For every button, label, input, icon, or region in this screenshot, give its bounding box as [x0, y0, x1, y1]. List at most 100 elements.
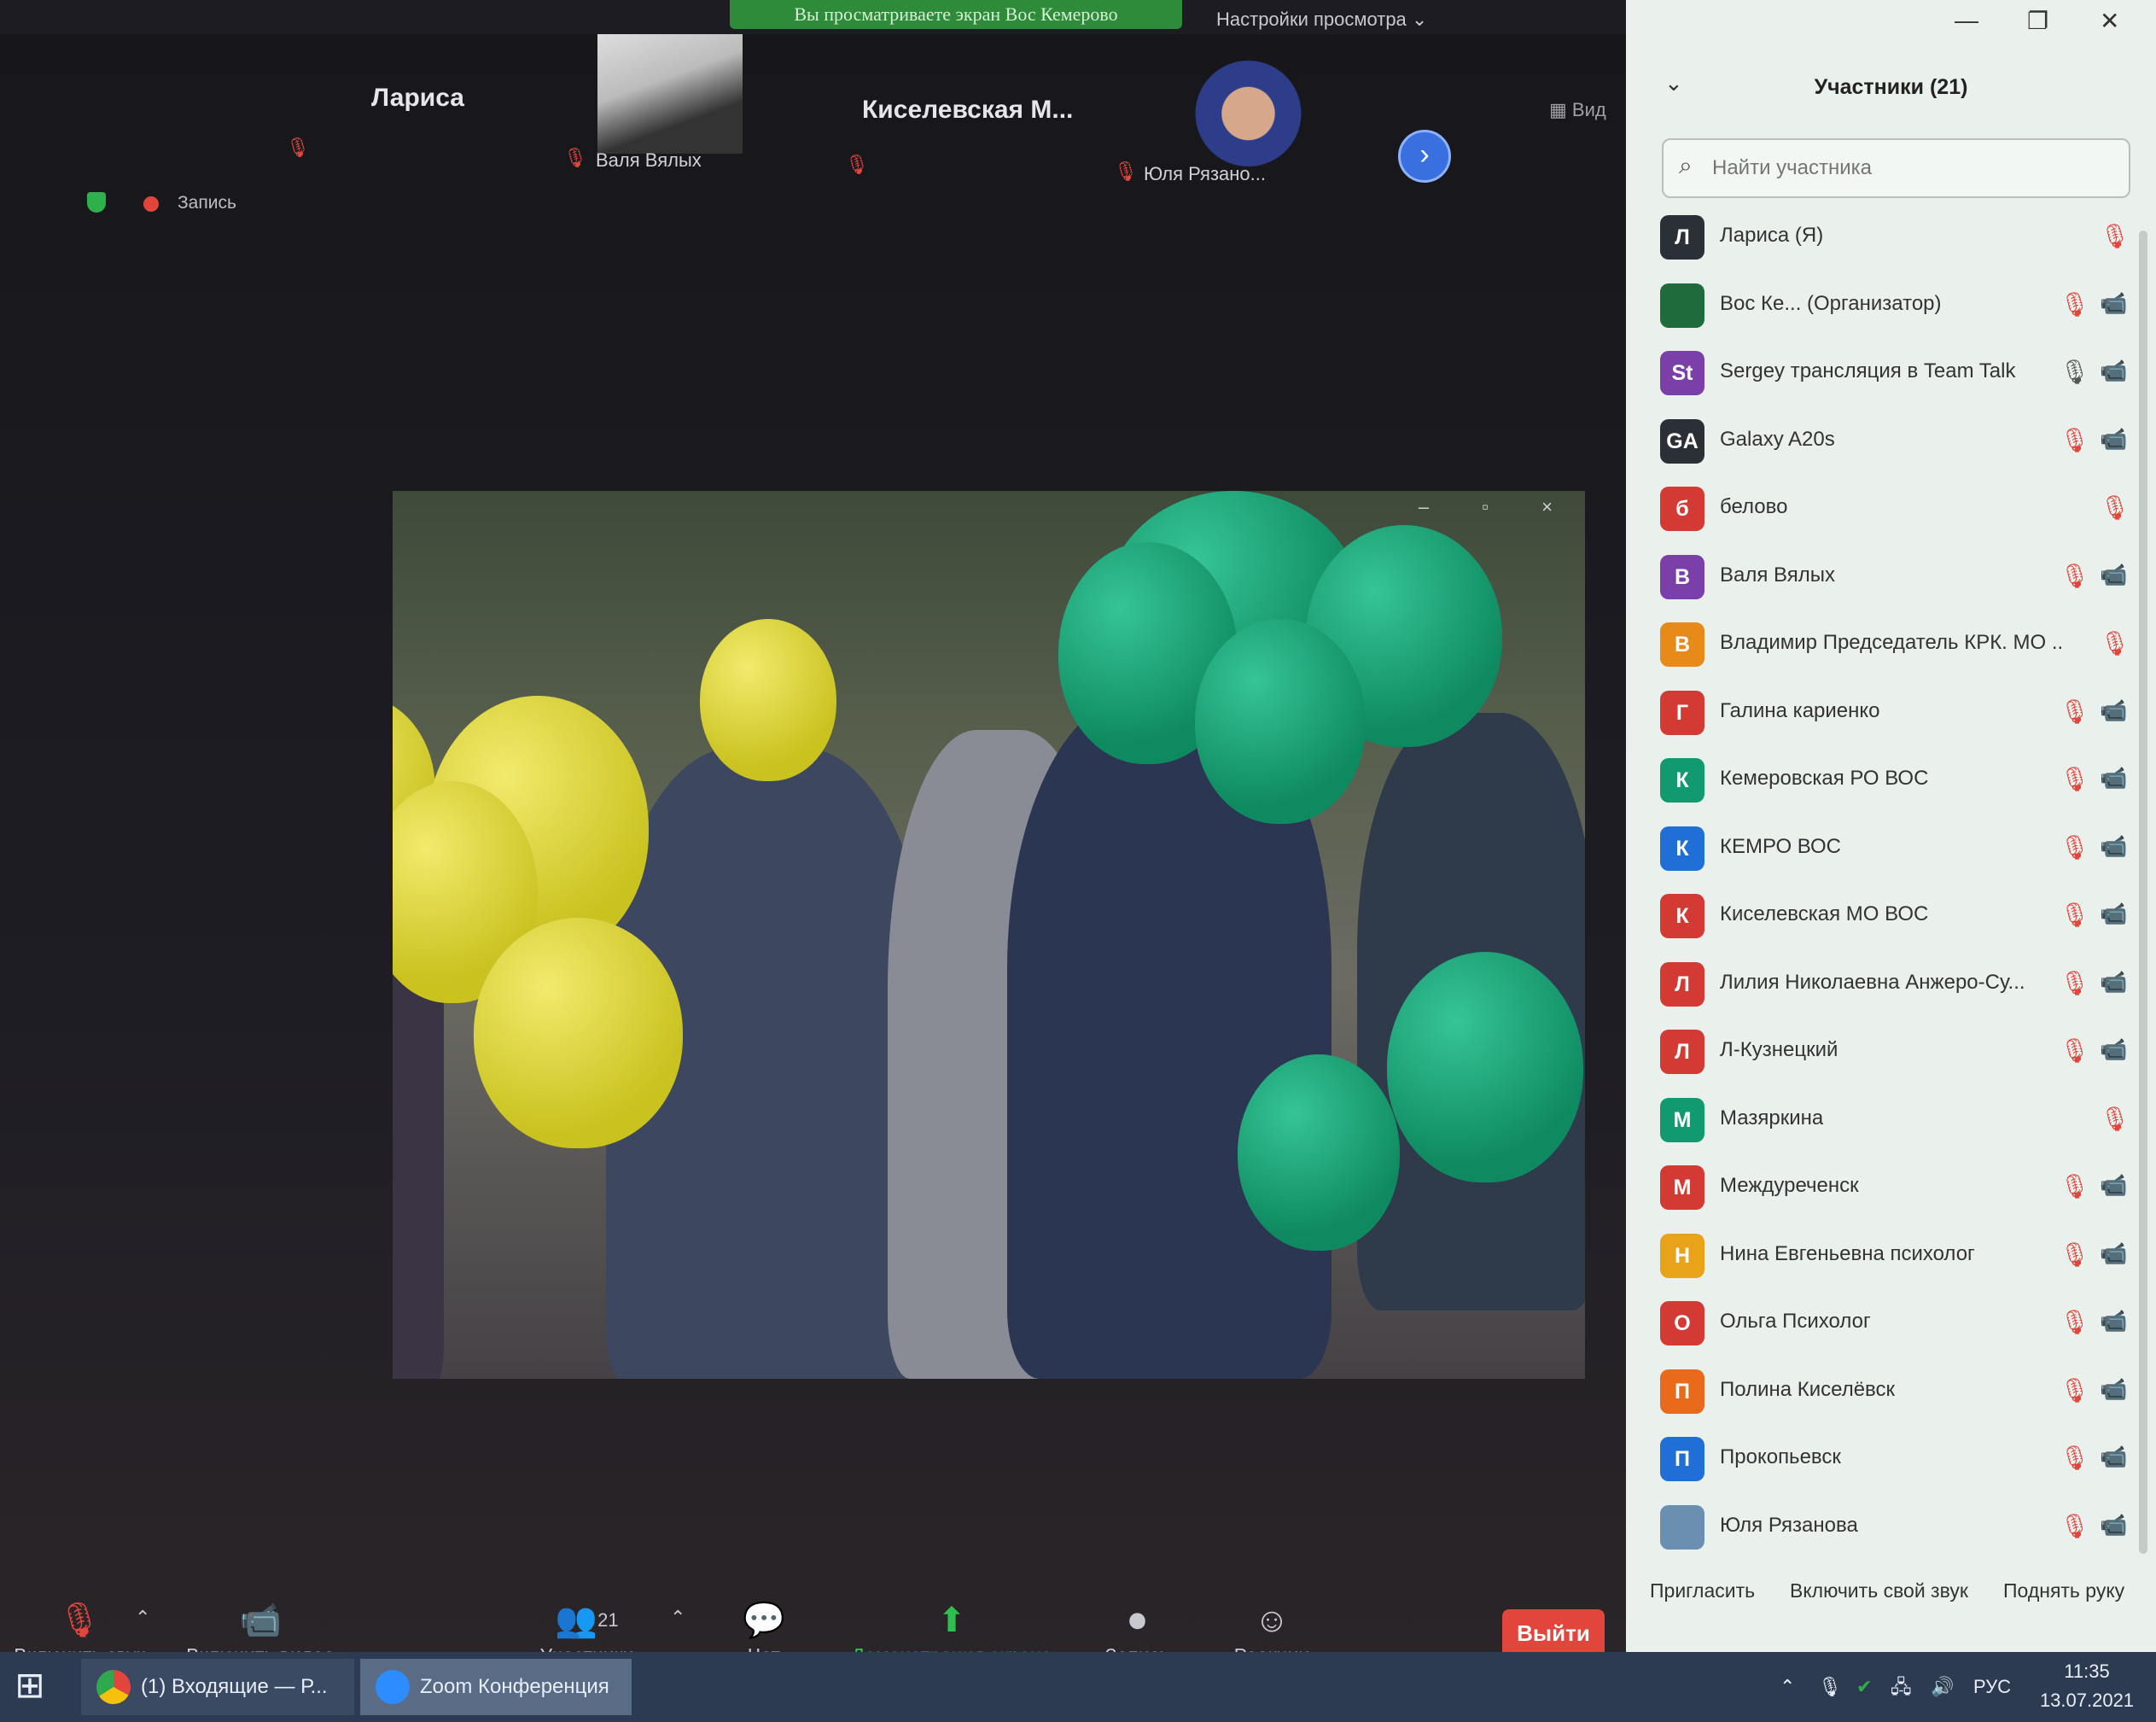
participant-row[interactable]: Л Лилия Николаевна Анжеро-Су... 📹 🎙	[1626, 952, 2156, 1019]
participant-row[interactable]: St Sergey трансляция в Team Talk 📹 🎙	[1626, 341, 2156, 408]
video-on-icon[interactable]: 📹	[2100, 1172, 2127, 1199]
muted-mic-icon[interactable]: 🎙	[2060, 901, 2090, 929]
volume-icon[interactable]: 🔊	[1931, 1652, 1954, 1722]
participant-row[interactable]: В Валя Вялых 📹 🎙	[1626, 545, 2156, 612]
participant-row[interactable]: П Прокопьевск 📹 🎙	[1626, 1427, 2156, 1494]
mic-on-icon[interactable]: 🎙	[2060, 358, 2090, 386]
muted-mic-icon[interactable]: 🎙	[2060, 765, 2090, 793]
muted-mic-icon[interactable]: 🎙	[2060, 426, 2090, 454]
muted-mic-icon[interactable]: 🎙	[2060, 1444, 2090, 1472]
muted-mic-icon: 🎙	[845, 154, 869, 175]
security-tray-icon[interactable]: ✔	[1856, 1652, 1872, 1722]
participant-row[interactable]: К КЕМРО ВОС 📹 🎙	[1626, 816, 2156, 884]
invite-button[interactable]: Пригласить	[1650, 1579, 1755, 1602]
video-off-icon[interactable]: 📹	[2100, 1376, 2127, 1403]
muted-mic-icon[interactable]: 🎙	[2100, 1105, 2130, 1133]
muted-mic-icon[interactable]: 🎙	[2060, 1308, 2090, 1336]
video-off-icon[interactable]: 📹	[2100, 1240, 2127, 1267]
participant-name: белово	[1720, 495, 1788, 518]
muted-mic-icon[interactable]: 🎙	[2060, 969, 2090, 997]
tray-chevron-icon[interactable]: ⌃	[1780, 1652, 1795, 1722]
audio-options-chevron-icon[interactable]: ⌃	[135, 1607, 150, 1629]
avatar	[1660, 1504, 1704, 1550]
participant-row[interactable]: О Ольга Психолог 📹 🎙	[1626, 1291, 2156, 1358]
participant-row[interactable]: GA Galaxy A20s 📹 🎙	[1626, 409, 2156, 476]
participant-name: Киселевская МО ВОС	[1720, 902, 1929, 925]
participant-row[interactable]: б белово 🎙	[1626, 476, 2156, 544]
view-settings-menu[interactable]: Настройки просмотра ⌄	[1216, 0, 1427, 34]
muted-mic-icon[interactable]: 🎙	[2060, 1376, 2090, 1404]
participant-row[interactable]: Вос Ке... (Организатор) 📹 🎙	[1626, 273, 2156, 341]
muted-mic-icon[interactable]: 🎙	[2060, 698, 2090, 726]
muted-mic-icon[interactable]: 🎙	[2100, 493, 2130, 522]
unmute-me-button[interactable]: Включить свой звук	[1790, 1579, 1968, 1602]
taskbar-item-zoom[interactable]: Zoom Конференция	[360, 1659, 632, 1715]
participant-name: Юля Рязанова	[1720, 1513, 1858, 1537]
participant-row[interactable]: К Киселевская МО ВОС 📹 🎙	[1626, 884, 2156, 951]
video-off-icon[interactable]: 📹	[2100, 901, 2127, 927]
participant-row[interactable]: М Междуреченск 📹 🎙	[1626, 1155, 2156, 1223]
close-icon[interactable]: ✕	[2100, 7, 2119, 35]
muted-mic-icon[interactable]: 🎙	[2100, 629, 2130, 657]
search-input[interactable]	[1710, 149, 2115, 188]
participant-row[interactable]: Н Нина Евгеньевна психолог 📹 🎙	[1626, 1223, 2156, 1291]
network-icon[interactable]: 🖧	[1891, 1652, 1912, 1722]
share-window-controls[interactable]: – ▫ ×	[1419, 496, 1576, 518]
participant-name: Лилия Николаевна Анжеро-Су...	[1720, 970, 2025, 994]
participant-row[interactable]: Л Лариса (Я) 🎙	[1626, 205, 2156, 272]
participant-row[interactable]: Л Л-Кузнецкий 📹 🎙	[1626, 1019, 2156, 1087]
muted-mic-icon[interactable]: 🎙	[2100, 222, 2130, 250]
maximize-icon[interactable]: ❐	[2027, 7, 2048, 35]
muted-mic-icon[interactable]: 🎙	[2060, 562, 2090, 590]
participant-row[interactable]: П Полина Киселёвск 📹 🎙	[1626, 1359, 2156, 1427]
clock-time: 11:35	[2064, 1661, 2110, 1682]
video-off-icon[interactable]: 📹	[2100, 698, 2127, 724]
raise-hand-button[interactable]: Поднять руку	[2003, 1579, 2124, 1602]
leave-button[interactable]: Выйти	[1502, 1609, 1605, 1657]
participant-name: Междуреченск	[1720, 1174, 1859, 1197]
participants-options-chevron-icon[interactable]: ⌃	[670, 1607, 685, 1629]
participant-name: Galaxy A20s	[1720, 427, 1835, 451]
muted-mic-icon[interactable]: 🎙	[2060, 1240, 2090, 1269]
participant-name: Sergey трансляция в Team Talk	[1720, 359, 2016, 382]
video-off-icon[interactable]: 📹	[2100, 969, 2127, 995]
video-off-icon[interactable]: 📹	[2100, 426, 2127, 452]
minimize-icon[interactable]: —	[1955, 7, 1978, 34]
language-indicator[interactable]: РУС	[1973, 1652, 2011, 1722]
video-on-icon[interactable]: 📹	[2100, 562, 2127, 588]
next-page-button[interactable]: ›	[1398, 130, 1451, 183]
participant-search[interactable]: ⌕	[1662, 138, 2130, 198]
view-button[interactable]: ▦ Вид	[1549, 99, 1606, 121]
video-off-icon[interactable]: 📹	[2100, 358, 2127, 384]
muted-mic-icon: 🎙	[286, 137, 310, 158]
video-off-icon[interactable]: 📹	[2100, 1444, 2127, 1470]
muted-mic-icon[interactable]: 🎙	[2060, 1172, 2090, 1200]
shared-screen[interactable]: – ▫ ×	[393, 491, 1585, 1379]
muted-mic-icon[interactable]: 🎙	[2060, 833, 2090, 861]
participants-icon: 👥21	[555, 1602, 619, 1639]
muted-mic-icon[interactable]: 🎙	[2060, 1036, 2090, 1065]
video-on-icon[interactable]: 📹	[2100, 833, 2127, 860]
participant-row[interactable]: В Владимир Председатель КРК. МО ... 🎙	[1626, 612, 2156, 680]
windows-start-icon[interactable]: ⊞	[9, 1664, 51, 1707]
clock[interactable]: 11:35 13.07.2021	[2023, 1657, 2151, 1715]
video-off-icon[interactable]: 📹	[2100, 1512, 2127, 1538]
muted-mic-icon[interactable]: 🎙	[2060, 1512, 2090, 1540]
participant-row[interactable]: К Кемеровская РО ВОС 📹 🎙	[1626, 748, 2156, 815]
microphone-tray-icon[interactable]: 🎙	[1818, 1652, 1842, 1722]
video-off-icon[interactable]: 📹	[2100, 1308, 2127, 1334]
video-off-icon[interactable]: 📹	[2100, 1036, 2127, 1063]
participant-row[interactable]: Юля Рязанова 📹 🎙	[1626, 1495, 2156, 1562]
muted-mic-icon[interactable]: 🎙	[2060, 290, 2090, 318]
video-off-icon[interactable]: 📹	[2100, 290, 2127, 317]
recording-dot-icon	[143, 196, 159, 212]
participant-row[interactable]: М Мазяркина 🎙	[1626, 1088, 2156, 1155]
participant-name: Прокопьевск	[1720, 1445, 1841, 1468]
video-on-icon[interactable]: 📹	[2100, 765, 2127, 791]
tile-video-yulya[interactable]	[1191, 60, 1306, 179]
participant-row[interactable]: Г Галина кариенко 📹 🎙	[1626, 680, 2156, 748]
scrollbar[interactable]	[2139, 231, 2147, 1554]
tile-video-valya[interactable]	[597, 34, 743, 154]
taskbar-item-chrome[interactable]: (1) Входящие — Р...	[81, 1659, 354, 1715]
encryption-shield-icon[interactable]	[87, 192, 106, 213]
